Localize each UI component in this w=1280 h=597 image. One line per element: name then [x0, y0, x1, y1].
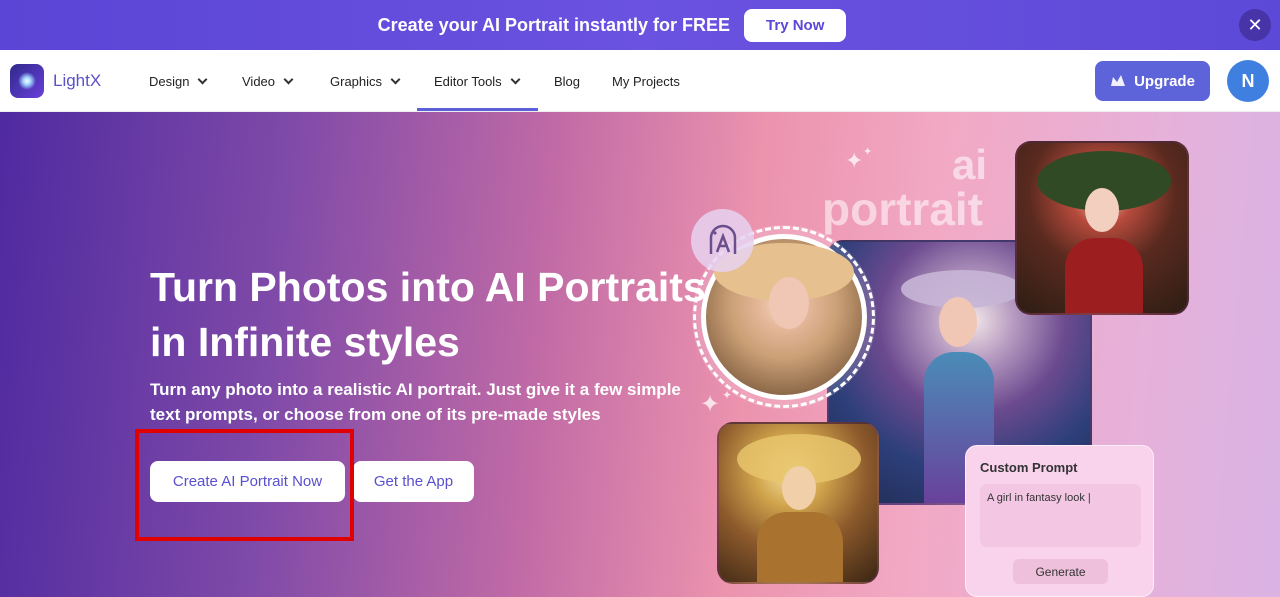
get-the-app-button[interactable]: Get the App — [353, 461, 474, 502]
nav-item-label: Graphics — [330, 74, 383, 89]
nav-item-label: Blog — [554, 74, 581, 89]
top-nav: LightX Design Video Graphics Editor Tool… — [0, 50, 1280, 112]
avatar[interactable]: N — [1227, 60, 1269, 102]
chevron-down-icon — [510, 74, 521, 85]
nav-item-blog[interactable]: Blog — [554, 74, 580, 89]
logo-text: LightX — [53, 71, 102, 90]
sparkle-icon: ✦ — [863, 146, 873, 158]
sparkle-icon: ✦ — [845, 148, 864, 173]
chevron-down-icon — [390, 74, 401, 85]
custom-prompt-card: Custom Prompt A girl in fantasy look | G… — [965, 445, 1154, 597]
watermark-portrait: portrait — [822, 183, 983, 235]
promo-text: Create your AI Portrait instantly for FR… — [377, 14, 731, 35]
custom-prompt-title: Custom Prompt — [980, 460, 1078, 475]
nav-item-editor-tools[interactable]: Editor Tools — [434, 74, 521, 89]
upgrade-label: Upgrade — [1134, 72, 1195, 90]
nav-item-label: Video — [242, 74, 276, 89]
sparkle-icon: ✦ — [700, 391, 721, 418]
nav-item-graphics[interactable]: Graphics — [330, 74, 401, 89]
hero-section: Turn Photos into AI Portraits in Infinit… — [0, 112, 1280, 597]
close-icon[interactable]: ✕ — [1239, 9, 1271, 41]
ai-badge-icon — [691, 209, 754, 272]
nav-item-label: Design — [149, 74, 190, 89]
crown-icon — [1111, 75, 1126, 86]
nav-item-label: My Projects — [612, 74, 680, 89]
hero-title: Turn Photos into AI Portraits in Infinit… — [150, 264, 706, 365]
lightx-logo-icon — [10, 64, 44, 98]
active-nav-indicator — [417, 108, 538, 111]
highlight-box — [135, 429, 354, 541]
generate-button: Generate — [1013, 559, 1108, 584]
nav-item-video[interactable]: Video — [242, 74, 294, 89]
nav-item-design[interactable]: Design — [149, 74, 208, 89]
nav-item-my-projects[interactable]: My Projects — [612, 74, 680, 89]
chevron-down-icon — [198, 74, 208, 85]
prompt-input: A girl in fantasy look | — [980, 484, 1141, 547]
logo[interactable]: LightX — [10, 64, 101, 98]
chevron-down-icon — [283, 74, 294, 85]
try-now-button[interactable]: Try Now — [744, 8, 847, 42]
upgrade-button[interactable]: Upgrade — [1095, 61, 1210, 101]
hero-subtitle: Turn any photo into a realistic AI portr… — [150, 380, 681, 424]
nav-item-label: Editor Tools — [434, 74, 502, 89]
portrait-image-bottom — [717, 422, 879, 584]
promo-banner: Create your AI Portrait instantly for FR… — [0, 0, 1280, 50]
watermark-ai: ai — [952, 141, 988, 188]
portrait-image-top — [1015, 141, 1189, 315]
